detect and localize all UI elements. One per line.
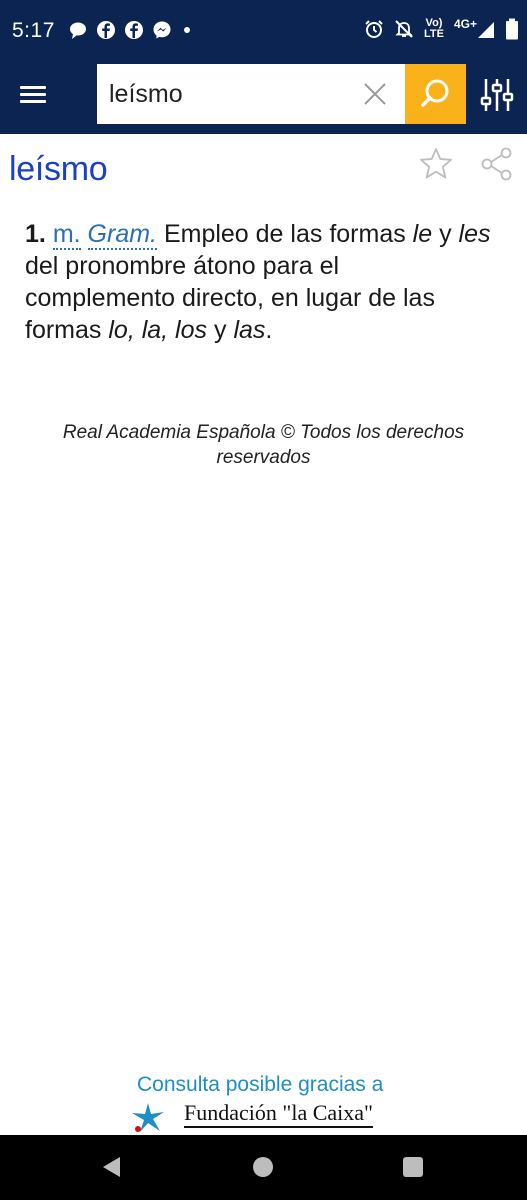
- signal-icon: [478, 22, 494, 38]
- menu-button[interactable]: [20, 82, 56, 114]
- definition-italic: les: [458, 220, 491, 248]
- definition-text: y: [432, 220, 459, 248]
- notification-icons: [68, 20, 190, 40]
- definition-sense-1: 1. m. Gram. Empleo de las formas le y le…: [25, 218, 495, 346]
- favorite-button[interactable]: [418, 146, 454, 182]
- definition-text: .: [265, 316, 273, 344]
- definition-text: Empleo de las formas: [157, 220, 413, 248]
- sponsor-text: Consulta posible gracias a: [137, 1073, 384, 1096]
- search-icon: [420, 79, 448, 107]
- app-bar: [0, 64, 527, 134]
- home-button[interactable]: [253, 1157, 273, 1177]
- filter-sliders-icon: [480, 79, 514, 111]
- search-input[interactable]: [109, 74, 349, 114]
- star-icon: [420, 148, 452, 179]
- search-box: [97, 64, 406, 124]
- message-icon: [70, 22, 86, 39]
- clear-search-button[interactable]: [361, 80, 389, 108]
- system-icons: Vo) LTE 4G+: [364, 18, 519, 40]
- back-button[interactable]: [100, 1155, 124, 1179]
- menu-icon: [20, 86, 56, 103]
- abbr-masculine-link[interactable]: m.: [52, 220, 81, 250]
- copyright-notice: Real Academia Española © Todos los derec…: [62, 422, 465, 468]
- facebook-icon: [125, 21, 143, 39]
- caixa-star-icon: [132, 1103, 164, 1132]
- definition-italic: le: [412, 220, 433, 248]
- signal-group: 4G+: [453, 17, 495, 39]
- network-label: Vo) LTE: [424, 17, 444, 40]
- messenger-icon: [153, 21, 171, 39]
- status-bar: 5:17 Vo) LTE 4G+: [0, 0, 527, 64]
- filter-button[interactable]: [478, 76, 516, 114]
- entry-title: leísmo: [9, 150, 108, 188]
- share-icon: [481, 147, 512, 181]
- mute-icon: [395, 20, 413, 38]
- definition-italic: las: [233, 316, 266, 344]
- search-button[interactable]: [405, 64, 466, 124]
- status-time: 5:17: [12, 19, 55, 42]
- system-nav-bar: [0, 1135, 527, 1200]
- definition-text: y: [207, 316, 234, 344]
- definition-italic: lo, la, los: [108, 316, 208, 344]
- abbr-grammar-link[interactable]: Gram.: [87, 220, 157, 250]
- back-icon: [103, 1157, 120, 1177]
- sense-number: 1.: [25, 220, 46, 248]
- network-type: 4G+: [453, 17, 477, 31]
- share-button[interactable]: [479, 146, 515, 182]
- alarm-icon: [365, 20, 383, 38]
- sponsor-name: Fundación "la Caixa": [184, 1100, 374, 1128]
- battery-icon: [506, 18, 518, 40]
- facebook-icon: [97, 21, 115, 39]
- close-icon: [364, 83, 386, 105]
- more-notifications-dot: [184, 27, 190, 33]
- sponsor-banner[interactable]: Consulta posible gracias a Fundación "la…: [0, 1073, 527, 1133]
- recents-button[interactable]: [403, 1157, 423, 1177]
